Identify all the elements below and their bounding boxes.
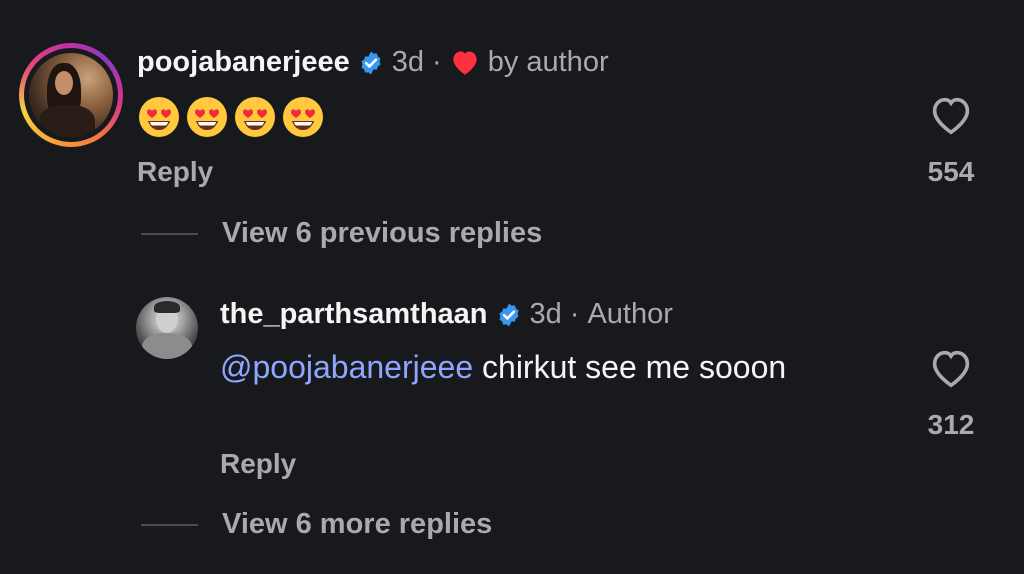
- reply-header: the_parthsamthaan 3d · Author: [220, 298, 673, 331]
- reply-reply-button[interactable]: Reply: [220, 448, 296, 480]
- view-previous-replies-button[interactable]: View 6 previous replies: [222, 217, 542, 250]
- reply-text: @poojabanerjeee chirkut see me sooon: [220, 347, 820, 388]
- comment-age: 3d: [391, 46, 425, 78]
- replies-divider-line: [141, 524, 198, 526]
- view-more-replies-button[interactable]: View 6 more replies: [222, 508, 492, 541]
- heart-eyes-emoji: [283, 97, 323, 137]
- heart-eyes-emoji: [187, 97, 227, 137]
- reply-avatar[interactable]: [136, 297, 198, 359]
- comment-reply-button[interactable]: Reply: [137, 156, 213, 188]
- reply-like-count: 312: [927, 409, 975, 440]
- reply-mention-link[interactable]: @poojabanerjeee: [220, 349, 473, 385]
- comment-text-emojis: [137, 95, 325, 139]
- reply-username[interactable]: the_parthsamthaan: [220, 298, 488, 331]
- meta-separator: ·: [569, 298, 580, 330]
- verified-badge-icon: [498, 303, 519, 326]
- comment-avatar-story-ring[interactable]: [19, 43, 123, 147]
- reply-like-heart-icon[interactable]: [929, 348, 973, 388]
- heart-eyes-emoji: [139, 97, 179, 137]
- reply-body-text: chirkut see me sooon: [473, 349, 787, 385]
- comment-like-heart-icon[interactable]: [929, 95, 973, 135]
- comment-avatar: [29, 53, 113, 137]
- liked-by-author-heart-icon: [453, 51, 477, 75]
- heart-eyes-emoji: [235, 97, 275, 137]
- verified-badge-icon: [361, 51, 381, 74]
- comment-username[interactable]: poojabanerjeee: [137, 46, 350, 79]
- meta-separator: ·: [432, 46, 442, 78]
- liked-by-author-label: by author: [487, 46, 609, 78]
- comment-header: poojabanerjeee 3d · by author: [137, 46, 609, 79]
- reply-age: 3d: [529, 298, 562, 330]
- comment-like-count: 554: [927, 156, 975, 187]
- replies-divider-line: [141, 233, 198, 235]
- author-badge: Author: [587, 298, 673, 330]
